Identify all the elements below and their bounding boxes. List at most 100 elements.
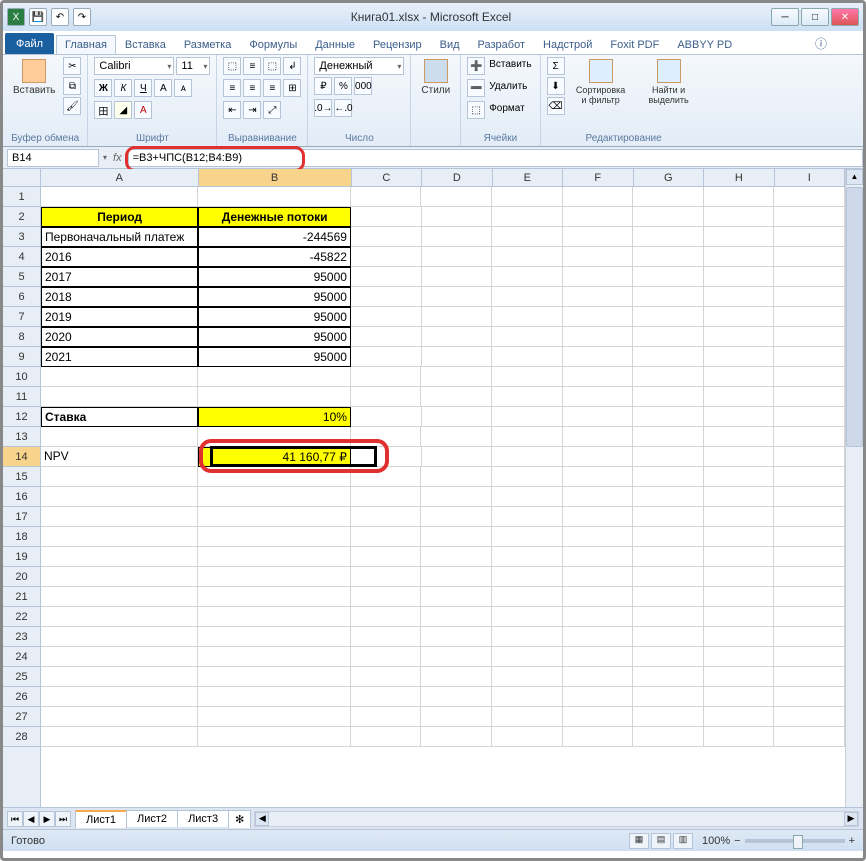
cell-E11[interactable]	[492, 387, 563, 407]
cell-I23[interactable]	[774, 627, 845, 647]
cell-F22[interactable]	[563, 607, 634, 627]
cell-F24[interactable]	[563, 647, 634, 667]
cell-B12[interactable]: 10%	[198, 407, 351, 427]
cell-G25[interactable]	[633, 667, 704, 687]
tab-first-button[interactable]: ⏮	[7, 811, 23, 827]
cell-C27[interactable]	[351, 707, 422, 727]
cell-G5[interactable]	[633, 267, 704, 287]
cell-H3[interactable]	[704, 227, 775, 247]
cell-C22[interactable]	[351, 607, 422, 627]
cell-G16[interactable]	[633, 487, 704, 507]
cell-C15[interactable]	[351, 467, 422, 487]
cell-I20[interactable]	[774, 567, 845, 587]
row-header-2[interactable]: 2	[3, 207, 40, 227]
cell-H8[interactable]	[704, 327, 775, 347]
tab-layout[interactable]: Разметка	[175, 35, 241, 54]
cell-B27[interactable]	[198, 707, 351, 727]
cell-G21[interactable]	[633, 587, 704, 607]
col-header-a[interactable]: A	[41, 169, 199, 186]
cell-E17[interactable]	[492, 507, 563, 527]
cell-G7[interactable]	[633, 307, 704, 327]
tab-addins[interactable]: Надстрой	[534, 35, 601, 54]
row-header-6[interactable]: 6	[3, 287, 40, 307]
cell-A11[interactable]	[41, 387, 198, 407]
comma-button[interactable]: 000	[354, 77, 372, 95]
cell-E8[interactable]	[492, 327, 563, 347]
cell-H4[interactable]	[704, 247, 775, 267]
cell-H12[interactable]	[704, 407, 775, 427]
cell-H27[interactable]	[704, 707, 775, 727]
row-header-18[interactable]: 18	[3, 527, 40, 547]
cell-H9[interactable]	[704, 347, 775, 367]
cell-G13[interactable]	[633, 427, 704, 447]
row-header-10[interactable]: 10	[3, 367, 40, 387]
cell-E14[interactable]	[492, 447, 563, 467]
row-header-22[interactable]: 22	[3, 607, 40, 627]
cell-A6[interactable]: 2018	[41, 287, 198, 307]
cell-F4[interactable]	[563, 247, 634, 267]
zoom-slider[interactable]	[745, 839, 845, 843]
cell-I17[interactable]	[774, 507, 845, 527]
cell-F15[interactable]	[563, 467, 634, 487]
cell-A21[interactable]	[41, 587, 198, 607]
tab-insert[interactable]: Вставка	[116, 35, 175, 54]
cell-F19[interactable]	[563, 547, 634, 567]
tab-data[interactable]: Данные	[306, 35, 364, 54]
cell-A1[interactable]	[41, 187, 198, 207]
cell-G2[interactable]	[633, 207, 704, 227]
cell-G19[interactable]	[633, 547, 704, 567]
wrap-text-button[interactable]: ↲	[283, 57, 301, 75]
minimize-button[interactable]: ─	[771, 8, 799, 26]
cell-H11[interactable]	[704, 387, 775, 407]
cell-E4[interactable]	[492, 247, 563, 267]
cell-G20[interactable]	[633, 567, 704, 587]
cell-G6[interactable]	[633, 287, 704, 307]
cell-H23[interactable]	[704, 627, 775, 647]
cell-I18[interactable]	[774, 527, 845, 547]
cell-E19[interactable]	[492, 547, 563, 567]
cell-A2[interactable]: Период	[41, 207, 198, 227]
row-header-26[interactable]: 26	[3, 687, 40, 707]
cell-B23[interactable]	[198, 627, 351, 647]
cell-C7[interactable]	[351, 307, 422, 327]
inc-decimal-button[interactable]: .0→	[314, 99, 332, 117]
cell-E5[interactable]	[492, 267, 563, 287]
cell-B24[interactable]	[198, 647, 351, 667]
indent-inc-button[interactable]: ⇥	[243, 101, 261, 119]
cell-F13[interactable]	[563, 427, 634, 447]
new-sheet-button[interactable]: ✻	[228, 810, 251, 828]
underline-button[interactable]: Ч	[134, 79, 152, 97]
align-top-button[interactable]: ⬚	[223, 57, 241, 75]
cell-E18[interactable]	[492, 527, 563, 547]
cell-G4[interactable]	[633, 247, 704, 267]
cell-C28[interactable]	[351, 727, 422, 747]
select-all-corner[interactable]	[3, 169, 41, 187]
cell-F21[interactable]	[563, 587, 634, 607]
cell-A23[interactable]	[41, 627, 198, 647]
cell-F23[interactable]	[563, 627, 634, 647]
tab-file[interactable]: Файл	[5, 33, 54, 54]
cell-A25[interactable]	[41, 667, 198, 687]
cell-I4[interactable]	[774, 247, 845, 267]
horizontal-scrollbar[interactable]: ◀▶	[254, 811, 859, 827]
cell-I28[interactable]	[774, 727, 845, 747]
cell-A4[interactable]: 2016	[41, 247, 198, 267]
tab-foxit[interactable]: Foxit PDF	[601, 35, 668, 54]
row-header-19[interactable]: 19	[3, 547, 40, 567]
percent-button[interactable]: %	[334, 77, 352, 95]
cell-B28[interactable]	[198, 727, 351, 747]
row-header-9[interactable]: 9	[3, 347, 40, 367]
cell-A26[interactable]	[41, 687, 198, 707]
cell-D24[interactable]	[421, 647, 492, 667]
cell-B21[interactable]	[198, 587, 351, 607]
cell-I21[interactable]	[774, 587, 845, 607]
cell-H2[interactable]	[704, 207, 775, 227]
row-header-27[interactable]: 27	[3, 707, 40, 727]
cell-C17[interactable]	[351, 507, 422, 527]
cell-B14[interactable]: 41 160,77 ₽	[198, 447, 351, 467]
cell-H18[interactable]	[704, 527, 775, 547]
cell-A22[interactable]	[41, 607, 198, 627]
cell-C13[interactable]	[351, 427, 422, 447]
cell-G28[interactable]	[633, 727, 704, 747]
row-header-5[interactable]: 5	[3, 267, 40, 287]
